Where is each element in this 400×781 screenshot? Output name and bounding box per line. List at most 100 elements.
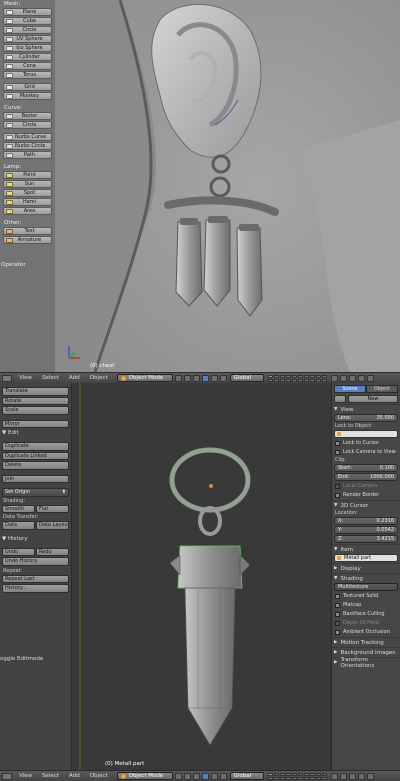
pivot-point-icon[interactable]: [183, 772, 191, 780]
local-camera-checkbox[interactable]: Local Camera: [332, 482, 400, 490]
cursor-x-field[interactable]: X: 0.2316: [334, 517, 398, 525]
shading-section-header[interactable]: ▼ Shading: [332, 573, 400, 583]
cursor-z-field[interactable]: Z: 3.4215: [334, 535, 398, 543]
view-menu[interactable]: View: [14, 773, 37, 779]
add-point-lamp-button[interactable]: Point: [3, 171, 52, 179]
lock-layers-icon[interactable]: [330, 772, 338, 780]
render-preview-icon[interactable]: [366, 374, 374, 382]
add-bezier-button[interactable]: Bezier: [3, 112, 52, 120]
clip-end-field[interactable]: End: 1000.000: [334, 473, 398, 481]
add-hemi-lamp-button[interactable]: Hemi: [3, 198, 52, 206]
add-cylinder-button[interactable]: Cylinder: [3, 53, 52, 61]
lock-to-object-field[interactable]: [334, 430, 398, 438]
add-cube-button[interactable]: Cube: [3, 17, 52, 25]
cursor-y-field[interactable]: Y: 0.0542: [334, 526, 398, 534]
add-nurbs-curve-button[interactable]: Nurbs Curve: [3, 133, 52, 141]
background-images-section-header[interactable]: ▶ Background Images: [332, 647, 400, 657]
lock-layers-icon[interactable]: [330, 374, 338, 382]
scale-button[interactable]: Scale: [2, 406, 69, 415]
display-section-header[interactable]: ▶ Display: [332, 563, 400, 573]
pivot-point-icon[interactable]: [183, 374, 191, 382]
add-circle-button[interactable]: Circle: [3, 26, 52, 34]
rotate-button[interactable]: Rotate: [2, 396, 69, 405]
lock-to-cursor-checkbox[interactable]: Lock to Cursor: [332, 439, 400, 447]
ambient-occlusion-checkbox[interactable]: Ambient Occlusion: [332, 628, 400, 636]
lock-camera-to-view-checkbox[interactable]: Lock Camera to View: [332, 448, 400, 456]
add-plane-button[interactable]: Plane: [3, 8, 52, 16]
select-menu[interactable]: Select: [37, 375, 64, 381]
add-area-lamp-button[interactable]: Area: [3, 207, 52, 215]
mode-selector[interactable]: Object Mode: [116, 772, 173, 780]
add-menu[interactable]: Add: [64, 773, 85, 779]
shade-flat-button[interactable]: Flat: [36, 504, 69, 513]
transform-orientation-selector[interactable]: Global: [229, 374, 264, 382]
add-spot-lamp-button[interactable]: Spot: [3, 189, 52, 197]
delete-button[interactable]: Delete: [2, 461, 69, 470]
depth-of-field-checkbox[interactable]: Depth Of Field: [332, 619, 400, 627]
data-transfer-button[interactable]: Data: [2, 521, 35, 530]
editor-type-icon[interactable]: [2, 772, 12, 780]
add-menu[interactable]: Add: [64, 375, 85, 381]
editor-type-icon[interactable]: [2, 374, 12, 382]
undo-history-button[interactable]: Undo History: [2, 557, 69, 566]
lens-field[interactable]: Lens: 35.000: [334, 414, 398, 422]
snap-element-icon[interactable]: [357, 772, 365, 780]
history-section-header[interactable]: ▼ History: [0, 535, 71, 544]
clip-start-field[interactable]: Start: 0.100: [334, 464, 398, 472]
tab-scene[interactable]: Scene: [334, 385, 366, 393]
set-origin-dropdown[interactable]: Set Origin ⬍: [2, 488, 69, 497]
select-menu[interactable]: Select: [37, 773, 64, 779]
translate-manipulator-icon[interactable]: [201, 772, 209, 780]
snap-icon[interactable]: [348, 374, 356, 382]
tab-object[interactable]: Object: [366, 385, 398, 393]
scale-manipulator-icon[interactable]: [219, 772, 227, 780]
data-layout-button[interactable]: Data Layout: [36, 521, 69, 530]
top-3d-viewport[interactable]: Mesh: Plane Cube Circle UV Sphere Ico Sp…: [0, 0, 400, 372]
textured-solid-checkbox[interactable]: Textured Solid: [332, 592, 400, 600]
add-monkey-button[interactable]: Monkey: [3, 92, 52, 100]
render-preview-icon[interactable]: [366, 772, 374, 780]
manipulator-toggle-icon[interactable]: [192, 772, 200, 780]
shade-smooth-button[interactable]: Smooth: [2, 504, 35, 513]
add-torus-button[interactable]: Torus: [3, 71, 52, 79]
mirror-button[interactable]: Mirror: [2, 419, 69, 428]
scale-manipulator-icon[interactable]: [219, 374, 227, 382]
add-text-button[interactable]: Text: [3, 227, 52, 235]
item-name-field[interactable]: Metall part: [334, 554, 398, 562]
edit-section-header[interactable]: ▼ Edit: [0, 429, 71, 438]
undo-button[interactable]: Undo: [2, 547, 35, 556]
object-menu[interactable]: Object: [85, 375, 113, 381]
motion-tracking-section-header[interactable]: ▶ Motion Tracking: [332, 637, 400, 647]
add-curve-circle-button[interactable]: Circle: [3, 121, 52, 129]
layer-buttons[interactable]: [267, 374, 327, 382]
proportional-editing-icon[interactable]: [339, 374, 347, 382]
shading-mode-dropdown[interactable]: Multitexture: [334, 583, 398, 591]
toggle-editmode-label[interactable]: oggle Editmode: [0, 656, 43, 662]
add-path-button[interactable]: Path: [3, 151, 52, 159]
add-ico-sphere-button[interactable]: Ico Sphere: [3, 44, 52, 52]
layer-buttons[interactable]: [267, 772, 327, 780]
translate-button[interactable]: Translate: [2, 387, 69, 396]
add-armature-button[interactable]: Armature: [3, 236, 52, 244]
view-section-header[interactable]: ▼ View: [332, 404, 400, 414]
rotate-manipulator-icon[interactable]: [210, 772, 218, 780]
proportional-editing-icon[interactable]: [339, 772, 347, 780]
join-button[interactable]: Join: [2, 474, 69, 483]
history-button[interactable]: History...: [2, 584, 69, 593]
camera-icon[interactable]: [334, 394, 346, 403]
view-menu[interactable]: View: [14, 375, 37, 381]
add-nurbs-circle-button[interactable]: Nurbs Circle: [3, 142, 52, 150]
viewport-shading-icon[interactable]: [174, 772, 182, 780]
repeat-last-button[interactable]: Repeat Last: [2, 574, 69, 583]
add-cone-button[interactable]: Cone: [3, 62, 52, 70]
add-sun-lamp-button[interactable]: Sun: [3, 180, 52, 188]
snap-element-icon[interactable]: [357, 374, 365, 382]
rotate-manipulator-icon[interactable]: [210, 374, 218, 382]
backface-culling-checkbox[interactable]: Backface Culling: [332, 610, 400, 618]
translate-manipulator-icon[interactable]: [201, 374, 209, 382]
add-uv-sphere-button[interactable]: UV Sphere: [3, 35, 52, 43]
object-menu[interactable]: Object: [85, 773, 113, 779]
mode-selector[interactable]: Object Mode: [116, 374, 173, 382]
transform-orientation-selector[interactable]: Global: [229, 772, 264, 780]
duplicate-linked-button[interactable]: Duplicate Linked: [2, 451, 69, 460]
